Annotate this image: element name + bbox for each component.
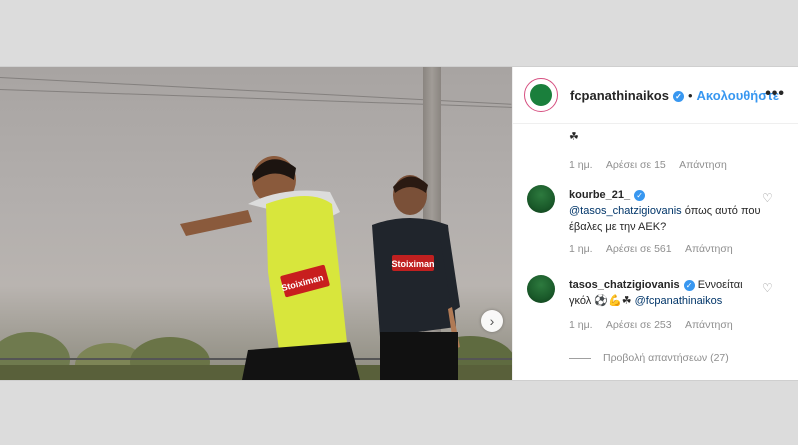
reply-button[interactable]: Απάντηση — [679, 159, 727, 171]
separator-dot: • — [687, 87, 693, 103]
comment-meta: 1 ημ. Αρέσει σε 15 Απάντηση — [569, 159, 738, 171]
comments-list: ☘ 1 ημ. Αρέσει σε 15 Απάντηση kourbe_21_… — [513, 124, 798, 380]
commenter-avatar[interactable] — [527, 275, 555, 303]
comment-body: kourbe_21_ ✓ @tasos_chatzigiovanis όπως α… — [569, 187, 765, 235]
post-sidebar: fcpanathinaikos ✓ • Ακολουθήστε ••• ☘ 1 η… — [512, 67, 798, 380]
verified-badge-icon: ✓ — [672, 90, 684, 102]
verified-badge-icon: ✓ — [683, 279, 695, 291]
chevron-right-icon: › — [489, 313, 495, 329]
view-replies-button[interactable]: Προβολή απαντήσεων (27) — [569, 352, 729, 364]
account-username[interactable]: fcpanathinaikos ✓ — [570, 88, 684, 103]
username-link[interactable]: fcpanathinaikos — [570, 88, 669, 103]
mention-link[interactable]: @tasos_chatzigiovanis — [569, 205, 682, 217]
view-replies-label[interactable]: Προβολή απαντήσεων (27) — [603, 352, 729, 364]
club-crest-icon — [528, 82, 554, 108]
verified-badge-icon: ✓ — [634, 189, 646, 201]
like-heart-icon[interactable]: ♡ — [762, 191, 773, 205]
comment-likes[interactable]: Αρέσει σε 253 — [606, 319, 672, 331]
reply-button[interactable]: Απάντηση — [685, 243, 733, 255]
comment-time: 1 ημ. — [569, 243, 593, 255]
comment-meta: 1 ημ. Αρέσει σε 561 Απάντηση — [569, 243, 744, 255]
like-heart-icon[interactable]: ♡ — [762, 281, 773, 295]
post-header: fcpanathinaikos ✓ • Ακολουθήστε ••• — [513, 67, 798, 124]
divider-line — [569, 357, 591, 359]
instagram-post: Stoiximan Stoiximan › fcpanathinaikos✓ — [0, 66, 798, 381]
comment-time: 1 ημ. — [569, 319, 593, 331]
next-image-button[interactable]: › — [481, 310, 503, 332]
account-avatar[interactable] — [524, 78, 558, 112]
comment-body: tasos_chatzigiovanis ✓ Εννοείται γκόλ ⚽💪☘… — [569, 277, 765, 309]
comment-username[interactable]: kourbe_21_ — [569, 189, 630, 201]
comment-username[interactable]: tasos_chatzigiovanis — [569, 279, 680, 291]
comment-likes[interactable]: Αρέσει σε 561 — [606, 243, 672, 255]
more-options-icon[interactable]: ••• — [765, 85, 785, 103]
commenter-avatar[interactable] — [527, 185, 555, 213]
post-photo[interactable]: Stoiximan Stoiximan › — [0, 67, 512, 380]
comment-text: ☘ — [569, 131, 579, 143]
sponsor-logo-text: Stoiximan — [391, 259, 434, 269]
comment-time: 1 ημ. — [569, 159, 593, 171]
reply-button[interactable]: Απάντηση — [685, 319, 733, 331]
comment-likes[interactable]: Αρέσει σε 15 — [606, 159, 666, 171]
comment-meta: 1 ημ. Αρέσει σε 253 Απάντηση — [569, 319, 744, 331]
player-figure: Stoiximan — [180, 156, 360, 380]
mention-link[interactable]: @fcpanathinaikos — [635, 295, 723, 307]
